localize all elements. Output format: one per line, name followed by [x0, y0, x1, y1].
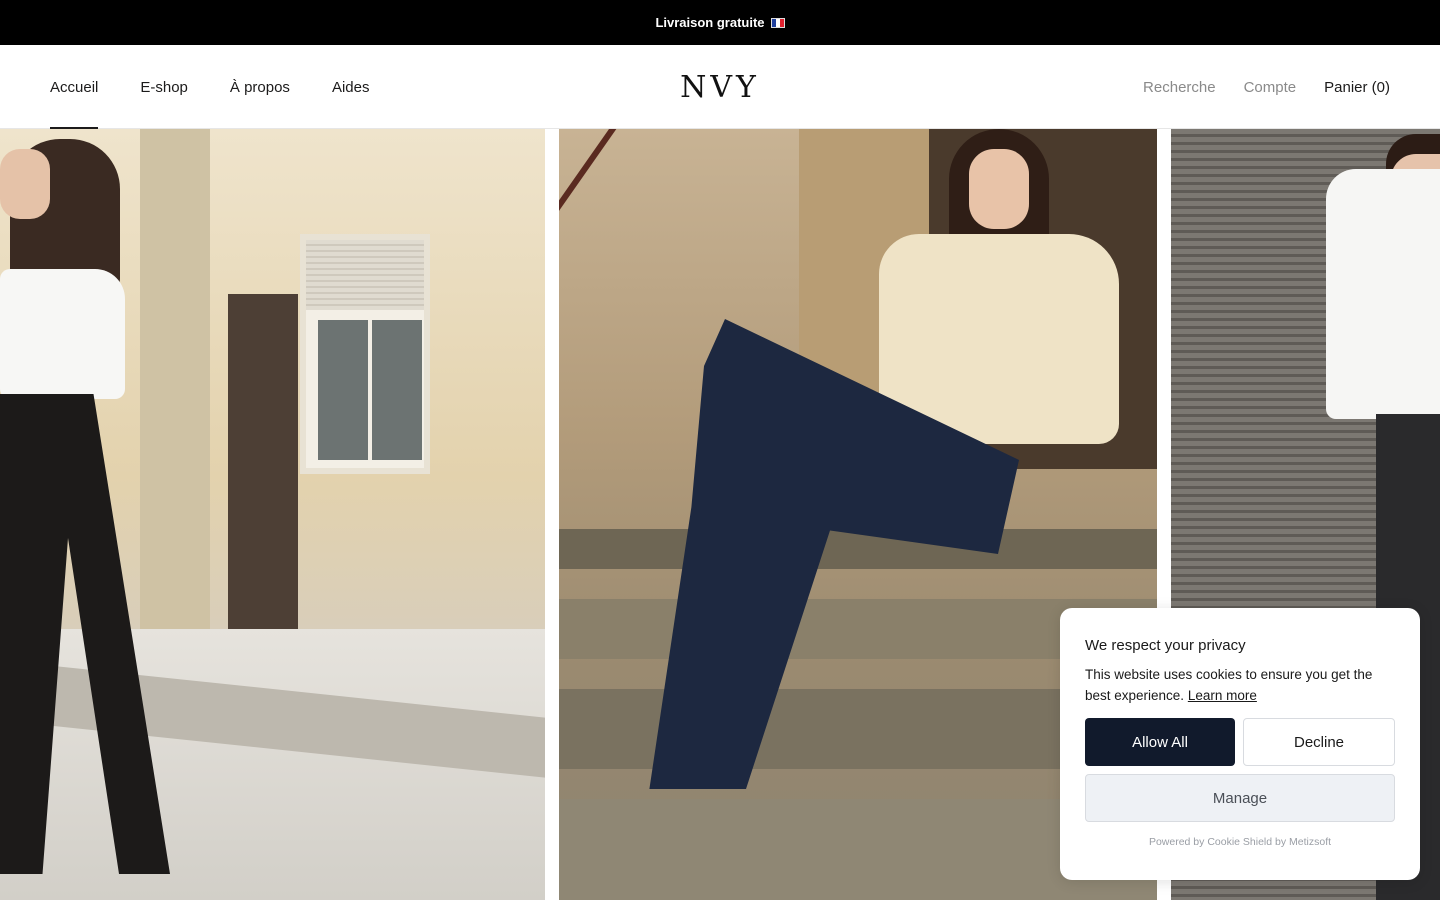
allow-all-button[interactable]: Allow All: [1085, 718, 1235, 766]
site-logo[interactable]: NVY: [680, 45, 760, 129]
nav-link-eshop[interactable]: E-shop: [140, 45, 188, 129]
manage-button[interactable]: Manage: [1085, 774, 1395, 822]
announcement-bar: Livraison gratuite: [0, 0, 1440, 45]
cart-label: Panier: [1324, 78, 1368, 96]
cookie-title: We respect your privacy: [1085, 637, 1246, 654]
cart-link[interactable]: Panier (0): [1324, 79, 1390, 96]
nav-link-aides[interactable]: Aides: [332, 45, 370, 129]
decline-button[interactable]: Decline: [1243, 718, 1395, 766]
cookie-consent-popup: We respect your privacy This website use…: [1060, 608, 1420, 880]
announcement-text: Livraison gratuite: [655, 15, 765, 30]
site-header: Accueil E-shop À propos Aides NVY Recher…: [0, 45, 1440, 129]
search-link[interactable]: Recherche: [1143, 79, 1216, 96]
main-nav: Accueil E-shop À propos Aides: [50, 45, 411, 129]
account-link[interactable]: Compte: [1244, 79, 1297, 96]
hero-image-left: [0, 129, 545, 900]
learn-more-link[interactable]: Learn more: [1188, 688, 1257, 703]
powered-by-text: Powered by Cookie Shield by Metizsoft: [1148, 836, 1332, 848]
nav-link-a-propos[interactable]: À propos: [230, 45, 290, 129]
utility-nav: Recherche Compte Panier (0): [1115, 45, 1390, 129]
france-flag-icon: [770, 17, 785, 28]
cart-count: (0): [1371, 78, 1390, 96]
cookie-body: This website uses cookies to ensure you …: [1085, 664, 1395, 706]
cookie-button-row: Allow All Decline: [1085, 718, 1395, 766]
nav-link-accueil[interactable]: Accueil: [50, 45, 99, 129]
